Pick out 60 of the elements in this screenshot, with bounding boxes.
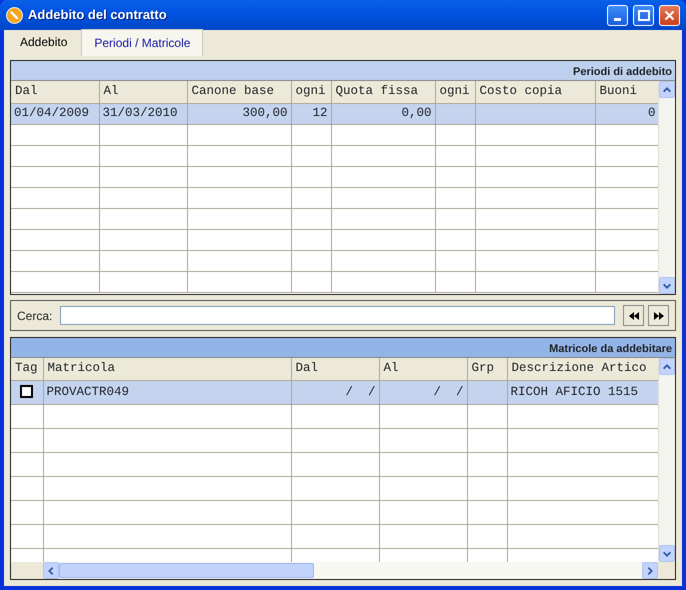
table-cell: / / xyxy=(291,380,379,404)
column-header[interactable]: Matricola xyxy=(43,358,291,380)
table-cell: 01/04/2009 xyxy=(11,103,99,124)
caret-down-icon xyxy=(662,548,672,558)
column-header[interactable]: Canone base xyxy=(187,81,291,103)
tab[interactable]: Periodi / Matricole xyxy=(81,29,204,56)
minimize-button[interactable] xyxy=(607,4,628,26)
grid-title: Periodi di addebito xyxy=(11,61,675,81)
column-header[interactable]: Buoni xyxy=(595,81,658,103)
close-button[interactable] xyxy=(659,4,680,26)
scroll-up-button[interactable] xyxy=(659,81,675,98)
caret-up-icon xyxy=(662,362,672,372)
grid-title: Matricole da addebitare xyxy=(11,338,675,358)
column-header[interactable]: Grp xyxy=(467,358,507,380)
column-header[interactable]: Dal xyxy=(291,358,379,380)
table-cell: RICOH AFICIO 1515 xyxy=(507,380,658,404)
vertical-scrollbar[interactable] xyxy=(658,81,675,294)
table-cell: 0,00 xyxy=(331,103,435,124)
search-field[interactable] xyxy=(60,306,615,325)
rewind-icon xyxy=(628,310,640,322)
vertical-scrollbar[interactable] xyxy=(658,358,675,562)
column-header[interactable]: Al xyxy=(379,358,467,380)
scroll-up-button[interactable] xyxy=(659,358,675,375)
maximize-icon xyxy=(637,8,650,22)
column-header[interactable]: Quota fissa xyxy=(331,81,435,103)
column-header[interactable]: Tag xyxy=(11,358,43,380)
caret-right-icon xyxy=(645,566,655,576)
scrollbar-corner xyxy=(11,562,43,579)
scrollbar-thumb[interactable] xyxy=(59,563,314,578)
table-cell: / / xyxy=(379,380,467,404)
table-cell: 31/03/2010 xyxy=(99,103,187,124)
app-icon xyxy=(6,6,23,24)
fast-forward-button[interactable] xyxy=(648,305,669,326)
search-label: Cerca: xyxy=(17,308,52,324)
close-icon xyxy=(663,8,676,22)
window-title: Addebito del contratto xyxy=(28,6,168,24)
rewind-button[interactable] xyxy=(623,305,644,326)
caret-left-icon xyxy=(46,566,56,576)
table-cell: 0 xyxy=(595,103,658,124)
scroll-down-button[interactable] xyxy=(659,545,675,562)
table-cell: 300,00 xyxy=(187,103,291,124)
caret-down-icon xyxy=(662,280,672,290)
column-header[interactable]: ogni xyxy=(291,81,331,103)
minimize-icon xyxy=(614,18,621,20)
caret-up-icon xyxy=(662,84,672,94)
scrollbar-corner xyxy=(658,562,675,579)
scroll-down-button[interactable] xyxy=(659,277,675,294)
column-header[interactable]: Descrizione Artico xyxy=(507,358,658,380)
column-header[interactable]: ogni xyxy=(435,81,475,103)
maximize-button[interactable] xyxy=(633,4,654,26)
column-header[interactable]: Costo copia xyxy=(475,81,595,103)
fast-forward-icon xyxy=(652,310,664,322)
tab[interactable]: Addebito xyxy=(10,29,78,56)
scroll-left-button[interactable] xyxy=(43,562,59,579)
scroll-right-button[interactable] xyxy=(642,562,658,579)
tag-checkbox[interactable] xyxy=(20,384,34,398)
column-header[interactable]: Al xyxy=(99,81,187,103)
table-cell: 12 xyxy=(291,103,331,124)
table-cell: PROVACTR049 xyxy=(43,380,291,404)
column-header[interactable]: Dal xyxy=(11,81,99,103)
